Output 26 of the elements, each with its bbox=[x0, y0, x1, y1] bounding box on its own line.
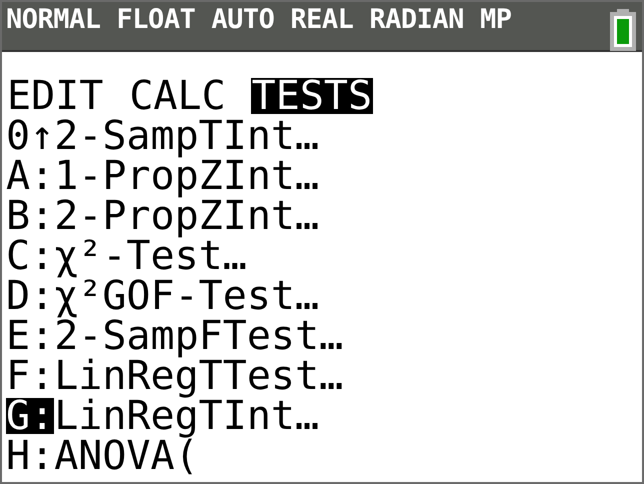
menu-item[interactable]: 1-PropZInt… bbox=[54, 156, 320, 196]
mode-label: FLOAT bbox=[116, 4, 196, 36]
mode-label: REAL bbox=[290, 4, 354, 36]
battery-icon bbox=[610, 9, 636, 51]
item-key[interactable]: C: bbox=[6, 238, 54, 274]
item-key[interactable]: A: bbox=[6, 158, 54, 194]
menu-tab[interactable]: TESTS bbox=[250, 78, 374, 114]
mode-label: RADIAN bbox=[369, 4, 464, 36]
menu-item[interactable]: LinRegTTest… bbox=[54, 356, 344, 396]
item-key[interactable]: E: bbox=[6, 318, 54, 354]
menu-tab[interactable]: CALC bbox=[128, 78, 227, 114]
mode-label: MP bbox=[480, 4, 512, 36]
item-key[interactable]: H: bbox=[6, 438, 54, 474]
menu-item[interactable]: 2-SampTInt… bbox=[54, 116, 320, 156]
menu-tab[interactable]: EDIT bbox=[6, 78, 104, 114]
menu-item[interactable]: 2-SampFTest… bbox=[54, 316, 344, 356]
mode-label: NORMAL bbox=[6, 4, 101, 36]
item-key[interactable]: D: bbox=[6, 278, 54, 314]
item-key[interactable]: G: bbox=[6, 398, 54, 434]
item-key[interactable]: F: bbox=[6, 358, 54, 394]
menu-item[interactable]: χ²GOF-Test… bbox=[54, 276, 320, 316]
item-key[interactable]: B: bbox=[6, 198, 54, 234]
menu-item[interactable]: χ²-Test… bbox=[54, 236, 247, 276]
menu-item[interactable]: 2-PropZInt… bbox=[54, 196, 320, 236]
mode-label: AUTO bbox=[211, 4, 274, 36]
item-key[interactable]: 0↑ bbox=[6, 118, 54, 154]
